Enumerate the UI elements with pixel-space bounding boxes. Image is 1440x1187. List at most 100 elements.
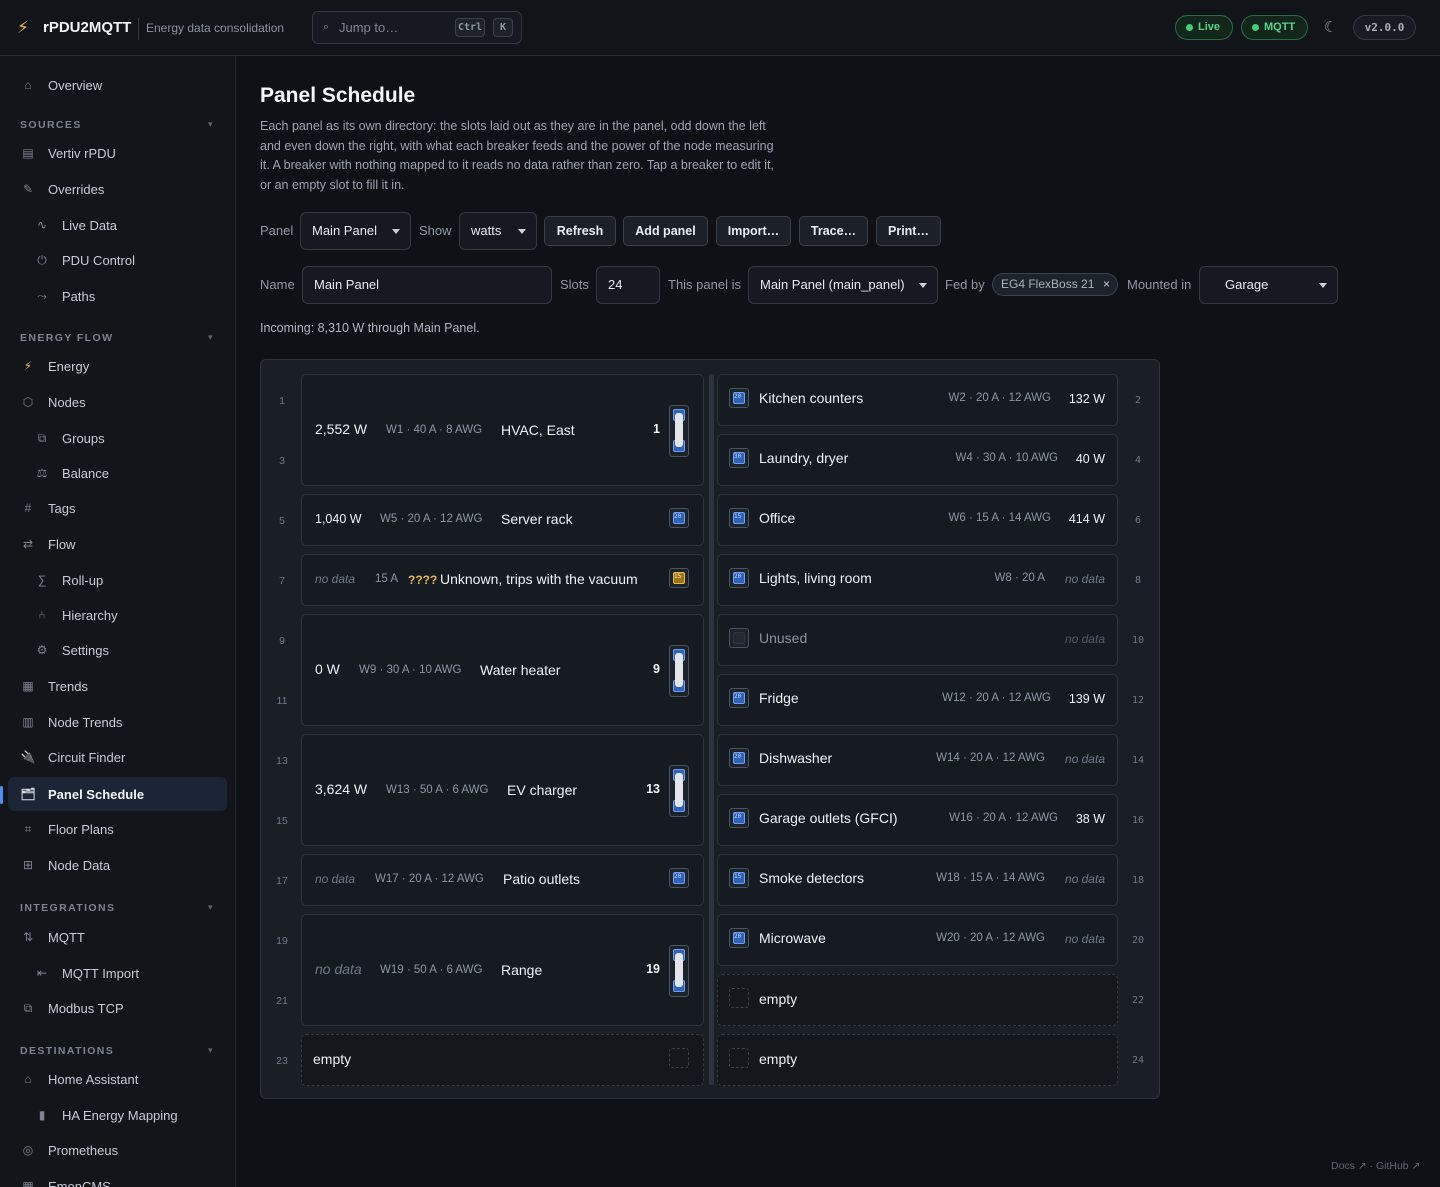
slot-number: 7 (279, 575, 285, 587)
breaker-toggle-icon[interactable]: 20 (669, 868, 689, 888)
name-input[interactable]: Main Panel (302, 266, 552, 304)
breaker-toggle-icon[interactable]: 20 (729, 748, 749, 768)
breaker-name: Office (759, 510, 796, 526)
sidebar-item-rollup[interactable]: ∑ Roll-up (34, 563, 220, 597)
breaker-name: Garage outlets (GFCI) (759, 810, 898, 826)
refresh-button[interactable]: Refresh (544, 216, 616, 246)
sidebar-item-emoncms[interactable]: ▦ EmonCMS (20, 1169, 220, 1187)
breaker-toggle-icon[interactable]: 15 (729, 508, 749, 528)
sidebar-item-hierarchy[interactable]: ⑃ Hierarchy (34, 598, 220, 632)
breaker-watts: 2,552 W (315, 421, 368, 437)
sidebar-item-vertiv[interactable]: ▤ Vertiv rPDU (20, 136, 220, 170)
live-status-badge[interactable]: Live (1175, 15, 1233, 40)
breaker-watts: no data (315, 572, 356, 586)
sidebar-item-ha-energy[interactable]: ▮ HA Energy Mapping (34, 1098, 220, 1132)
breaker-card[interactable]: 20 Microwave no data W20 · 20 A · 12 AWG (717, 914, 1118, 966)
breaker-watts: 3,624 W (315, 781, 368, 797)
sidebar-item-floor-plans[interactable]: ⌗ Floor Plans (20, 812, 220, 846)
sidebar-item-node-data[interactable]: ⊞ Node Data (20, 848, 220, 882)
sidebar-item-overrides[interactable]: ✎ Overrides (20, 172, 220, 206)
sidebar-item-paths[interactable]: ⤳ Paths (34, 279, 220, 313)
theme-toggle-moon-icon[interactable]: ☾ (1324, 18, 1337, 36)
sidebar-item-modbus[interactable]: ⧉ Modbus TCP (20, 991, 220, 1025)
fed-by-chip[interactable]: EG4 FlexBoss 21 × (992, 273, 1118, 296)
empty-slot[interactable]: empty (717, 1034, 1118, 1086)
breaker-toggle-icon[interactable]: 30 (729, 448, 749, 468)
sidebar-item-node-trends[interactable]: ▥ Node Trends (20, 705, 220, 739)
panel-select[interactable]: Main Panel (300, 212, 411, 250)
footer-links[interactable]: Docs ↗ · GitHub ↗ (1331, 1160, 1420, 1172)
sidebar-item-mqtt-import[interactable]: ⇤ MQTT Import (34, 956, 220, 990)
breaker-card[interactable]: 20 Garage outlets (GFCI) 38 W W16 · 20 A · … (717, 794, 1118, 846)
sidebar-item-circuit-finder[interactable]: 🔌 Circuit Finder (20, 740, 220, 774)
breaker-card[interactable]: 15 Smoke detectors no data W18 · 15 A · 14 … (717, 854, 1118, 906)
section-sources[interactable]: SOURCES ▾ (20, 119, 213, 131)
slot-number: 3 (279, 455, 285, 467)
sidebar-item-pdu-control[interactable]: ⏻ PDU Control (34, 243, 220, 277)
sidebar-item-nodes[interactable]: ⬡ Nodes (20, 385, 220, 419)
sidebar-item-mqtt[interactable]: ⇅ MQTT (20, 920, 220, 954)
breaker-meta: W20 · 20 A · 12 AWG (936, 932, 1045, 944)
breaker-toggle-icon[interactable]: 15 (669, 568, 689, 588)
add-panel-button[interactable]: Add panel (623, 216, 708, 246)
sidebar-item-trends[interactable]: ▦ Trends (20, 669, 220, 703)
app-name[interactable]: rPDU2MQTT (43, 19, 131, 36)
sidebar-item-tags[interactable]: # Tags (20, 491, 220, 525)
breaker-card[interactable]: 20 Lights, living room no data W8 · 20 A (717, 554, 1118, 606)
double-pole-toggle-icon[interactable] (669, 405, 689, 457)
trace-button[interactable]: Trace… (799, 216, 868, 246)
breaker-toggle-icon[interactable]: 20 (729, 928, 749, 948)
this-panel-select[interactable]: Main Panel (main_panel) (748, 266, 938, 304)
jump-to-search[interactable]: ⌕ Jump to… Ctrl K (312, 11, 522, 44)
print-button[interactable]: Print… (876, 216, 941, 246)
breaker-card[interactable]: 20 Dishwasher no data W14 · 20 A · 12 AWG (717, 734, 1118, 786)
close-icon[interactable]: × (1103, 274, 1110, 295)
breaker-toggle-icon[interactable]: 20 (729, 808, 749, 828)
breaker-card[interactable]: 0 W W9 · 30 A · 10 AWG Water heater 9 (301, 614, 704, 726)
section-label: ENERGY FLOW (20, 332, 114, 344)
nav-label: Vertiv rPDU (48, 145, 116, 161)
section-destinations[interactable]: DESTINATIONS ▾ (20, 1045, 213, 1057)
breaker-toggle-icon[interactable]: 20 (729, 388, 749, 408)
breaker-card[interactable]: 3,624 W W13 · 50 A · 6 AWG EV charger 13 (301, 734, 704, 846)
section-energy-flow[interactable]: ENERGY FLOW ▾ (20, 332, 213, 344)
breaker-toggle-icon[interactable]: 15 (729, 868, 749, 888)
slot-number: 2 (1134, 395, 1142, 406)
sidebar-item-home-assistant[interactable]: ⌂ Home Assistant (20, 1062, 220, 1096)
sidebar-item-panel-schedule[interactable]: 🗂 Panel Schedule (8, 777, 227, 811)
breaker-card[interactable]: no data W17 · 20 A · 12 AWG Patio outlets 2… (301, 854, 704, 906)
double-pole-toggle-icon[interactable] (669, 645, 689, 697)
sidebar-item-balance[interactable]: ⚖ Balance (34, 456, 220, 490)
breaker-card[interactable]: 1,040 W W5 · 20 A · 12 AWG Server rack 20 (301, 494, 704, 546)
breaker-card[interactable]: Unused no data (717, 614, 1118, 666)
breaker-card[interactable]: no data 15 A???? Unknown, trips with the v… (301, 554, 704, 606)
sidebar-item-flow[interactable]: ⇄ Flow (20, 527, 220, 561)
mounted-in-select[interactable]: Garage (1199, 266, 1338, 304)
sidebar-item-groups[interactable]: ⧉ Groups (34, 421, 220, 455)
breaker-card[interactable]: 20 Kitchen counters 132 W W2 · 20 A · 12 AW… (717, 374, 1118, 426)
double-pole-toggle-icon[interactable] (669, 765, 689, 817)
section-integrations[interactable]: INTEGRATIONS ▾ (20, 902, 213, 914)
mqtt-status-badge[interactable]: MQTT (1241, 15, 1308, 40)
sidebar-item-settings[interactable]: ⚙ Settings (34, 633, 220, 667)
breaker-card[interactable]: 30 Laundry, dryer 40 W W4 · 30 A · 10 AWG (717, 434, 1118, 486)
double-pole-toggle-icon[interactable] (669, 945, 689, 997)
slots-input[interactable]: 24 (596, 266, 660, 304)
breaker-toggle-icon[interactable]: 20 (729, 688, 749, 708)
empty-slot[interactable]: empty (301, 1034, 704, 1086)
breaker-card[interactable]: 2,552 W W1 · 40 A · 8 AWG HVAC, East 1 (301, 374, 704, 486)
sidebar-item-live-data[interactable]: ∿ Live Data (34, 208, 220, 242)
show-select[interactable]: watts (459, 212, 537, 250)
breaker-toggle-icon[interactable]: 20 (729, 568, 749, 588)
breaker-card[interactable]: no data W19 · 50 A · 6 AWG Range 19 (301, 914, 704, 1026)
breaker-card[interactable]: 20 Fridge 139 W W12 · 20 A · 12 AWG (717, 674, 1118, 726)
sidebar-item-energy[interactable]: ⚡ Energy (20, 349, 220, 383)
sidebar-item-prometheus[interactable]: ◎ Prometheus (20, 1133, 220, 1167)
import-button[interactable]: Import… (716, 216, 791, 246)
nav-label: Circuit Finder (48, 749, 126, 765)
empty-slot[interactable]: empty (717, 974, 1118, 1026)
breaker-card[interactable]: 15 Office 414 W W6 · 15 A · 14 AWG (717, 494, 1118, 546)
nav-label: Balance (62, 465, 109, 481)
sidebar-item-overview[interactable]: ⌂ Overview (20, 68, 220, 102)
breaker-toggle-icon[interactable]: 20 (669, 508, 689, 528)
